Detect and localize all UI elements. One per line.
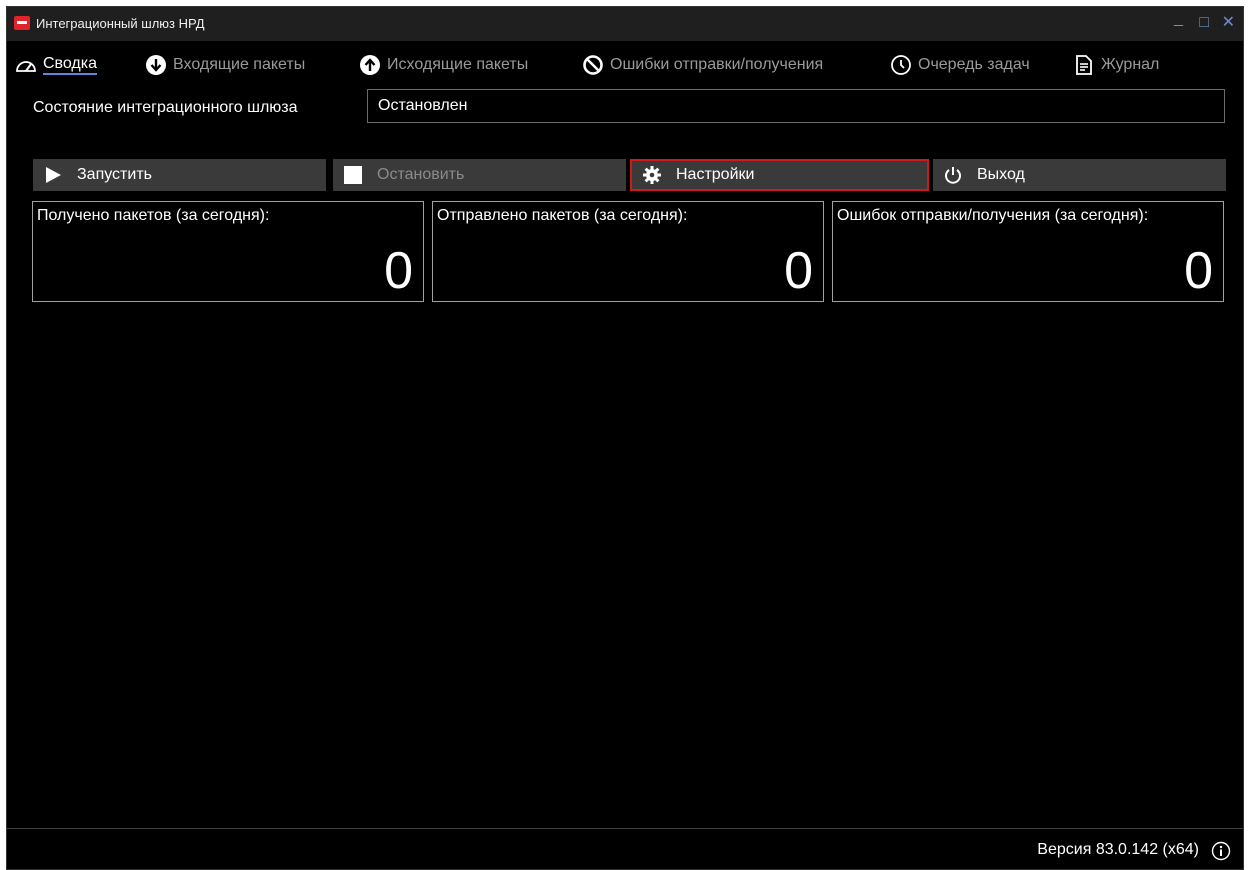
tab-summary[interactable]: Сводка	[15, 52, 98, 78]
gauge-icon	[16, 61, 36, 72]
prohibited-icon	[583, 55, 603, 75]
arrow-down-circle-icon	[146, 55, 166, 75]
gateway-status-field: Остановлен	[367, 89, 1225, 123]
settings-button[interactable]: Настройки	[630, 159, 929, 191]
close-button[interactable]: ✕	[1222, 13, 1235, 33]
tab-queue[interactable]: Очередь задач	[890, 52, 1030, 78]
minimize-button[interactable]: _	[1174, 9, 1183, 29]
tab-incoming[interactable]: Входящие пакеты	[145, 52, 305, 78]
exit-button[interactable]: Выход	[933, 159, 1226, 191]
maximize-button[interactable]: □	[1199, 13, 1209, 33]
stat-sent-label: Отправлено пакетов (за сегодня):	[437, 207, 688, 224]
play-icon	[46, 167, 61, 183]
tab-summary-label: Сводка	[43, 55, 98, 75]
stat-sent-value: 0	[784, 242, 813, 300]
title-bar[interactable]: Интеграционный шлюз НРД _ □ ✕	[7, 7, 1243, 41]
app-logo-icon	[14, 16, 30, 30]
exit-button-label: Выход	[977, 166, 1025, 183]
stop-icon	[344, 166, 362, 184]
gear-icon	[643, 166, 661, 184]
tab-outgoing[interactable]: Исходящие пакеты	[359, 52, 528, 78]
stop-button[interactable]: Остановить	[333, 159, 626, 191]
info-icon[interactable]	[1211, 841, 1231, 861]
tab-errors[interactable]: Ошибки отправки/получения	[582, 52, 823, 78]
start-button[interactable]: Запустить	[33, 159, 326, 191]
stat-errors-value: 0	[1184, 242, 1213, 300]
version-text: Версия 83.0.142 (x64)	[1037, 841, 1199, 858]
tab-journal-label: Журнал	[1101, 56, 1160, 73]
app-window: Интеграционный шлюз НРД _ □ ✕ Сводка Вхо…	[6, 6, 1244, 870]
stat-received: Получено пакетов (за сегодня): 0	[32, 201, 424, 302]
tab-bar: Сводка Входящие пакеты Исходящие пакеты …	[15, 52, 1243, 78]
stat-errors-label: Ошибок отправки/получения (за сегодня):	[837, 207, 1149, 224]
settings-button-label: Настройки	[676, 166, 755, 183]
tab-journal[interactable]: Журнал	[1073, 52, 1159, 78]
stat-errors: Ошибок отправки/получения (за сегодня): …	[832, 201, 1224, 302]
stop-button-label: Остановить	[377, 166, 465, 183]
status-bar: Версия 83.0.142 (x64)	[7, 828, 1243, 869]
window-title: Интеграционный шлюз НРД	[36, 16, 205, 31]
arrow-up-circle-icon	[360, 55, 380, 75]
tab-outgoing-label: Исходящие пакеты	[387, 56, 529, 73]
power-icon	[945, 167, 961, 184]
stat-received-label: Получено пакетов (за сегодня):	[37, 207, 270, 224]
tab-errors-label: Ошибки отправки/получения	[610, 56, 824, 73]
document-icon	[1076, 55, 1092, 75]
tab-incoming-label: Входящие пакеты	[173, 56, 306, 73]
clock-icon	[891, 55, 911, 75]
stat-received-value: 0	[384, 242, 413, 300]
gateway-status-label: Состояние интеграционного шлюза	[33, 99, 298, 116]
stat-sent: Отправлено пакетов (за сегодня): 0	[432, 201, 824, 302]
tab-queue-label: Очередь задач	[918, 56, 1030, 73]
start-button-label: Запустить	[77, 166, 152, 183]
